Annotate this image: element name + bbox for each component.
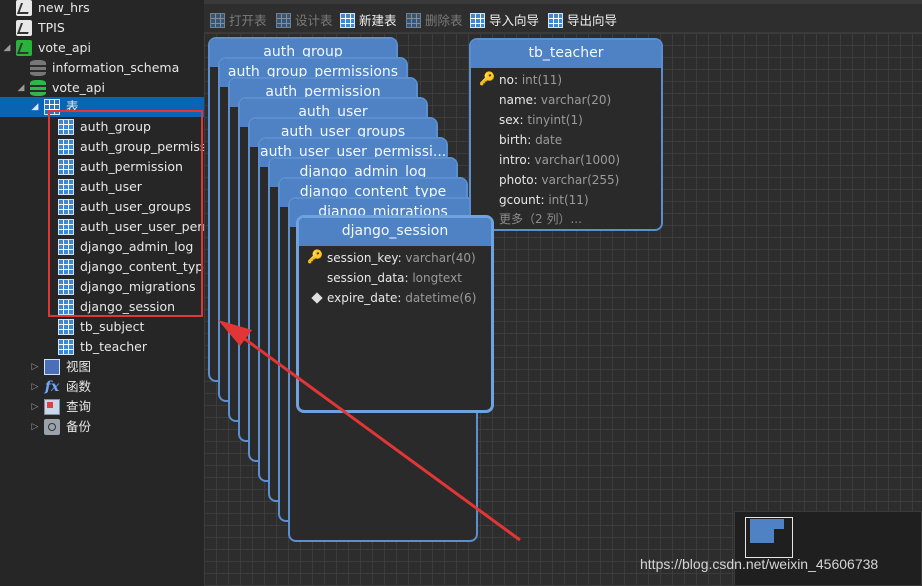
watermark-text: https://blog.csdn.net/weixin_45606738 <box>640 556 879 572</box>
annotation-arrow-line <box>237 332 521 542</box>
annotation-arrow <box>218 320 521 542</box>
